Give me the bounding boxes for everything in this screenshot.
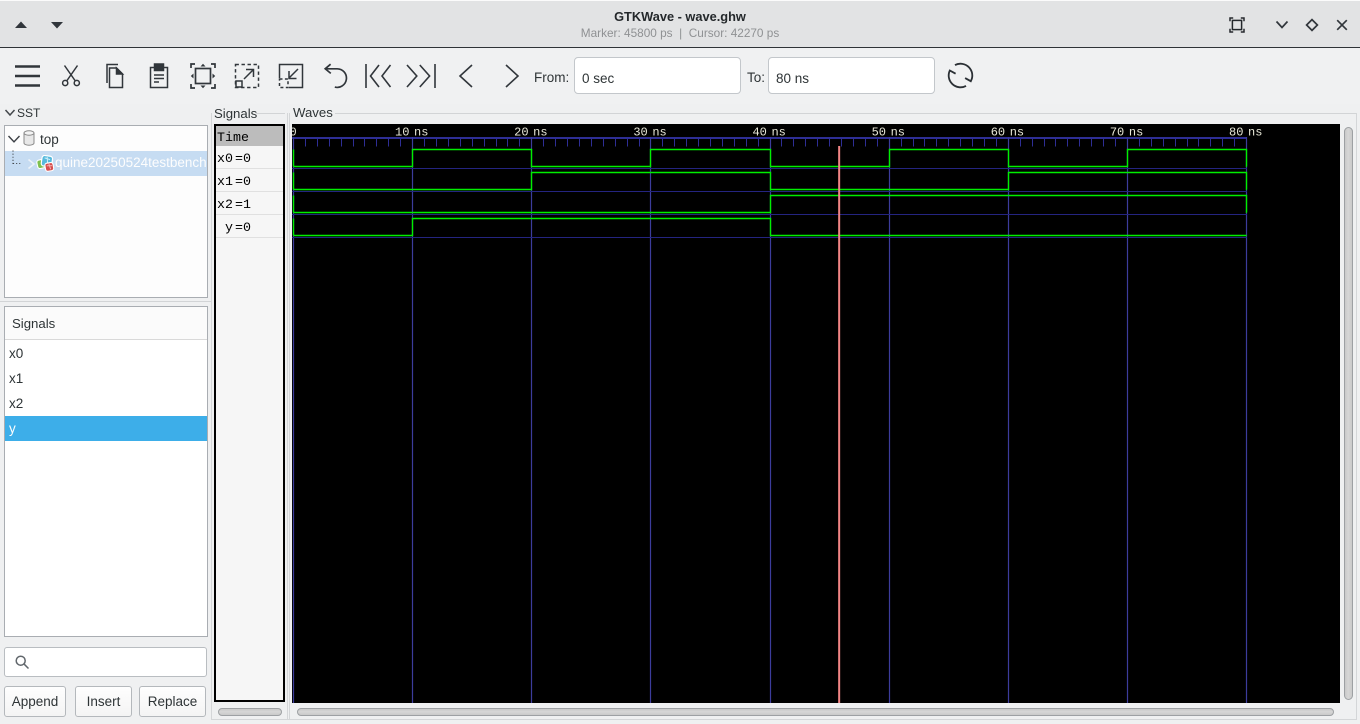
svg-text:70: 70 <box>1110 125 1124 139</box>
svg-text:ns: ns <box>414 125 428 139</box>
svg-text:ns: ns <box>1129 125 1143 139</box>
svg-text:60: 60 <box>991 125 1005 139</box>
svg-text:20: 20 <box>514 125 528 139</box>
svg-text:30: 30 <box>633 125 647 139</box>
svg-text:ns: ns <box>652 125 666 139</box>
svg-text:ns: ns <box>891 125 905 139</box>
svg-text:ns: ns <box>1248 125 1262 139</box>
svg-text:80: 80 <box>1229 125 1243 139</box>
svg-text:50: 50 <box>872 125 886 139</box>
svg-text:40: 40 <box>752 125 766 139</box>
svg-text:10: 10 <box>395 125 409 139</box>
svg-text:0: 0 <box>292 125 297 139</box>
svg-text:ns: ns <box>1010 125 1024 139</box>
svg-text:ns: ns <box>533 125 547 139</box>
svg-text:ns: ns <box>771 125 785 139</box>
